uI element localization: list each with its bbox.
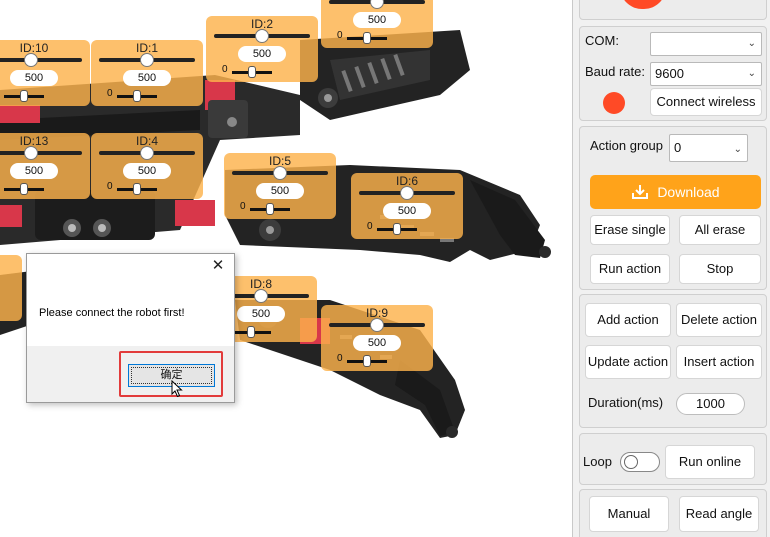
download-label: Download <box>657 184 720 200</box>
servo-offset-zero: 0 <box>222 64 228 75</box>
servo-value-field[interactable]: 500 <box>123 70 171 86</box>
erase-single-button[interactable]: Erase single <box>590 215 670 245</box>
servo-offset-knob[interactable] <box>20 183 28 195</box>
servo-slider-knob[interactable] <box>24 53 38 67</box>
baud-rate-label: Baud rate: <box>585 64 645 79</box>
servo-panel-id2: ID:2 500 0 <box>206 16 318 82</box>
servo-offset-zero: 0 <box>367 221 373 232</box>
servo-slider-knob[interactable] <box>254 289 268 303</box>
servo-value-field[interactable]: 500 <box>10 163 58 179</box>
loop-label: Loop <box>583 454 612 469</box>
baud-rate-value: 9600 <box>655 66 684 81</box>
servo-slider-knob[interactable] <box>24 146 38 160</box>
download-icon <box>632 185 649 199</box>
servo-offset-zero: 0 <box>337 30 343 41</box>
action-group-select[interactable]: 0 ⌄ <box>669 134 748 162</box>
servo-value-field[interactable]: 500 <box>238 46 286 62</box>
app-window: ID:10 500 0 ID:1 500 0 ID:2 500 0 <box>0 0 770 537</box>
servo-offset-knob[interactable] <box>393 223 401 235</box>
top-status-group <box>579 0 767 20</box>
servo-panel-id13: ID:13 500 0 <box>0 133 90 199</box>
servo-slider-knob[interactable] <box>400 186 414 200</box>
servo-offset-knob[interactable] <box>20 90 28 102</box>
servo-offset-knob[interactable] <box>363 355 371 367</box>
add-action-button[interactable]: Add action <box>585 303 671 337</box>
delete-action-button[interactable]: Delete action <box>676 303 762 337</box>
servo-panel-id1: ID:1 500 0 <box>91 40 203 106</box>
action-editing-group: Add action Delete action Update action I… <box>579 294 767 428</box>
servo-id-label: ID:13 <box>19 134 49 148</box>
status-indicator-top <box>620 0 666 9</box>
loop-toggle[interactable] <box>620 452 660 472</box>
servo-slider-knob[interactable] <box>140 53 154 67</box>
servo-slider-knob[interactable] <box>273 166 287 180</box>
close-icon[interactable]: ✕ <box>210 258 226 274</box>
servo-offset-knob[interactable] <box>266 203 274 215</box>
chevron-down-icon: ⌄ <box>747 68 756 79</box>
servo-value-field[interactable]: 500 <box>237 306 285 322</box>
control-panel: COM: ⌄ Baud rate: 9600 ⌄ Connect wireles… <box>572 0 770 537</box>
update-action-button[interactable]: Update action <box>585 345 671 379</box>
bottom-group: Manual Read angle <box>579 489 767 537</box>
servo-slider-track[interactable] <box>0 58 82 62</box>
servo-offset-zero: 0 <box>107 181 113 192</box>
read-angle-button[interactable]: Read angle <box>679 496 759 532</box>
servo-offset-zero: 0 <box>240 201 246 212</box>
message-dialog: ✕ Please connect the robot first! 确定 <box>26 253 235 403</box>
servo-offset-zero: 0 <box>337 353 343 364</box>
servo-panel-id6: ID:6 500 0 <box>351 173 463 239</box>
servo-offset-knob[interactable] <box>133 183 141 195</box>
baud-rate-select[interactable]: 9600 ⌄ <box>650 62 762 86</box>
servo-slider-knob[interactable] <box>370 318 384 332</box>
online-group: Loop Run online <box>579 433 767 485</box>
servo-panel-id4: ID:4 500 0 <box>91 133 203 199</box>
manual-button[interactable]: Manual <box>589 496 669 532</box>
insert-action-button[interactable]: Insert action <box>676 345 762 379</box>
servo-id-label: ID:10 <box>19 41 49 55</box>
connect-wireless-button[interactable]: Connect wireless <box>650 88 762 116</box>
servo-offset-knob[interactable] <box>248 66 256 78</box>
robot-3d-view[interactable]: ID:10 500 0 ID:1 500 0 ID:2 500 0 <box>0 0 572 537</box>
mouse-cursor-icon <box>171 380 183 398</box>
all-erase-button[interactable]: All erase <box>679 215 761 245</box>
servo-value-field[interactable]: 500 <box>383 203 431 219</box>
servo-slider-track[interactable] <box>0 151 82 155</box>
chevron-down-icon: ⌄ <box>747 38 756 49</box>
servo-offset-knob[interactable] <box>247 326 255 338</box>
servo-value-field[interactable]: 500 <box>353 12 401 28</box>
servo-value-field[interactable]: 500 <box>10 70 58 86</box>
servo-slider-knob[interactable] <box>140 146 154 160</box>
servo-value-field[interactable]: 500 <box>123 163 171 179</box>
dialog-message: Please connect the robot first! <box>39 307 185 319</box>
servo-offset-knob[interactable] <box>363 32 371 44</box>
servo-value-field[interactable]: 500 <box>256 183 304 199</box>
download-button[interactable]: Download <box>590 175 761 209</box>
toggle-knob <box>624 455 638 469</box>
servo-offset-zero: 0 <box>107 88 113 99</box>
servo-offset-knob[interactable] <box>133 90 141 102</box>
servo-value-field[interactable]: 500 <box>353 335 401 351</box>
servo-slider-knob[interactable] <box>370 0 384 9</box>
servo-slider-knob[interactable] <box>255 29 269 43</box>
duration-label: Duration(ms) <box>588 395 664 410</box>
duration-input[interactable]: 1000 <box>676 393 745 415</box>
servo-panel-id9: ID:9 500 0 <box>321 305 433 371</box>
chevron-down-icon: ⌄ <box>733 144 742 155</box>
action-group-panel: Action group 0 ⌄ Download Erase single A… <box>579 126 767 290</box>
servo-panel-partial <box>0 255 22 321</box>
connection-status-dot <box>603 92 625 114</box>
com-select[interactable]: ⌄ <box>650 32 762 56</box>
run-online-button[interactable]: Run online <box>665 445 755 479</box>
servo-panel-id3: 500 0 <box>321 0 433 48</box>
run-action-button[interactable]: Run action <box>590 254 670 284</box>
action-group-value: 0 <box>674 140 682 155</box>
servo-panel-id5: ID:5 500 0 <box>224 153 336 219</box>
stop-button[interactable]: Stop <box>679 254 761 284</box>
com-label: COM: <box>585 33 619 48</box>
connection-group: COM: ⌄ Baud rate: 9600 ⌄ Connect wireles… <box>579 26 767 121</box>
servo-panel-id10: ID:10 500 0 <box>0 40 90 106</box>
action-group-label: Action group <box>590 138 663 153</box>
